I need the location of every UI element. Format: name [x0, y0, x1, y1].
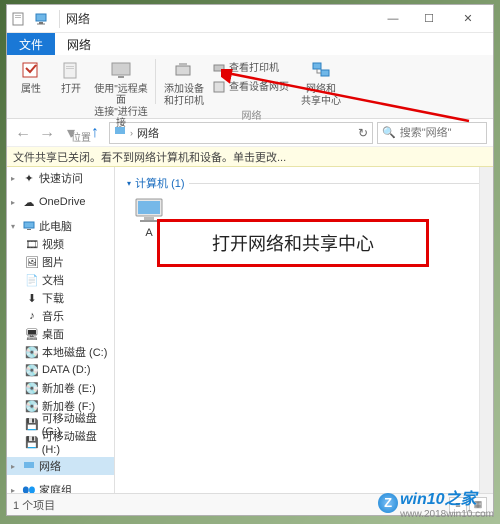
homegroup-icon: 👥: [22, 483, 36, 493]
nav-music[interactable]: ♪音乐: [7, 307, 114, 325]
tab-network[interactable]: 网络: [55, 33, 103, 55]
music-icon: ♪: [25, 309, 39, 323]
disk-icon: 💽: [25, 399, 39, 413]
titlebar: 网络 — ☐ ✕: [7, 5, 493, 33]
watermark-url: www.2018win10.com: [400, 509, 494, 520]
cloud-icon: ☁: [22, 195, 36, 209]
disk-icon: 💽: [25, 363, 39, 377]
removable-disk-icon: 💾: [25, 435, 39, 449]
remote-desktop-icon: [109, 59, 133, 83]
body: ▸✦快速访问 ▸☁OneDrive ▾此电脑 🎞视频 🖼图片 📄文档 ⬇下载 ♪…: [7, 167, 493, 493]
nav-network[interactable]: ▸网络: [7, 457, 114, 475]
nav-disk-h[interactable]: 💾可移动磁盘 (H:): [7, 433, 114, 451]
pc-icon: [22, 219, 36, 233]
watermark-logo-icon: Z: [378, 493, 398, 513]
titlebar-separator: [59, 10, 60, 28]
disk-icon: 💽: [25, 345, 39, 359]
network-sharing-center-button[interactable]: 网络和 共享中心: [301, 57, 341, 107]
remote-desktop-button[interactable]: 使用"远程桌面 连接"进行连接: [93, 57, 149, 129]
minimize-button[interactable]: —: [375, 8, 411, 30]
watermark-brand: win10之家: [400, 491, 476, 508]
downloads-icon: ⬇: [25, 291, 39, 305]
star-icon: ✦: [22, 171, 36, 185]
nav-desktop[interactable]: 🖥桌面: [7, 325, 114, 343]
content-pane[interactable]: ▾ 计算机 (1) A 打开网络和共享中心: [115, 167, 493, 493]
group-header-computers[interactable]: ▾ 计算机 (1): [125, 173, 483, 197]
nav-pictures[interactable]: 🖼图片: [7, 253, 114, 271]
add-devices-label-2: 和打印机: [164, 96, 204, 107]
network-icon: [22, 459, 36, 473]
window-title: 网络: [66, 10, 90, 27]
pictures-icon: 🖼: [25, 255, 39, 269]
ribbon-section-location: 属性 打开 使用"远程桌面 连接"进行连接 位置: [7, 55, 155, 118]
ribbon-section-network: 添加设备 和打印机 查看打印机 查看设备网页: [156, 55, 347, 118]
remote-desktop-label-2: 连接"进行连接: [93, 107, 149, 129]
group-header-text: 计算机 (1): [135, 175, 185, 191]
section-location-label: 位置: [71, 129, 91, 144]
properties-button[interactable]: 属性: [13, 57, 49, 129]
section-network-label: 网络: [242, 107, 262, 122]
add-devices-icon: [172, 59, 196, 83]
video-icon: 🎞: [25, 237, 39, 251]
view-devices-button[interactable]: 查看设备网页: [210, 78, 291, 96]
nav-onedrive[interactable]: ▸☁OneDrive: [7, 193, 114, 211]
properties-icon: [19, 59, 43, 83]
tab-file[interactable]: 文件: [7, 33, 55, 55]
status-item-count: 1 个项目: [13, 497, 55, 513]
open-button[interactable]: 打开: [53, 57, 89, 129]
view-printers-label: 查看打印机: [229, 63, 279, 74]
network-icon: [33, 11, 49, 27]
nav-videos[interactable]: 🎞视频: [7, 235, 114, 253]
nav-disk-e[interactable]: 💽新加卷 (E:): [7, 379, 114, 397]
vertical-scrollbar[interactable]: [479, 167, 493, 493]
desktop-icon: 🖥: [25, 327, 39, 341]
computer-label: A: [145, 227, 152, 239]
removable-disk-icon: 💾: [25, 417, 39, 431]
search-input[interactable]: [400, 127, 482, 139]
nav-disk-c[interactable]: 💽本地磁盘 (C:): [7, 343, 114, 361]
add-devices-button[interactable]: 添加设备 和打印机: [162, 57, 206, 107]
nav-documents[interactable]: 📄文档: [7, 271, 114, 289]
device-page-icon: [212, 80, 226, 94]
chevron-right-icon: ›: [130, 128, 133, 138]
refresh-button[interactable]: ↻: [358, 126, 368, 140]
network-center-label-1: 网络和: [306, 84, 336, 95]
remote-desktop-label-1: 使用"远程桌面: [93, 84, 149, 106]
information-bar[interactable]: 文件共享已关闭。看不到网络计算机和设备。单击更改...: [7, 147, 493, 167]
ribbon: 属性 打开 使用"远程桌面 连接"进行连接 位置: [7, 55, 493, 119]
nav-disk-d[interactable]: 💽DATA (D:): [7, 361, 114, 379]
ribbon-tabs: 文件 网络: [7, 33, 493, 55]
view-printers-button[interactable]: 查看打印机: [210, 59, 291, 77]
documents-icon: 📄: [25, 273, 39, 287]
information-bar-text: 文件共享已关闭。看不到网络计算机和设备。单击更改...: [13, 149, 286, 165]
nav-this-pc[interactable]: ▾此电脑: [7, 217, 114, 235]
maximize-button[interactable]: ☐: [411, 8, 447, 30]
close-button[interactable]: ✕: [447, 8, 489, 30]
open-label: 打开: [61, 84, 81, 95]
callout-text: 打开网络和共享中心: [212, 230, 374, 256]
navigation-pane[interactable]: ▸✦快速访问 ▸☁OneDrive ▾此电脑 🎞视频 🖼图片 📄文档 ⬇下载 ♪…: [7, 167, 115, 493]
watermark: Z win10之家 www.2018win10.com: [378, 485, 494, 520]
network-center-label-2: 共享中心: [301, 96, 341, 107]
network-sharing-center-icon: [309, 59, 333, 83]
view-devices-label: 查看设备网页: [229, 82, 289, 93]
nav-homegroup[interactable]: ▸👥家庭组: [7, 481, 114, 493]
file-icon[interactable]: [11, 11, 27, 27]
properties-label: 属性: [21, 84, 41, 95]
search-box[interactable]: 🔍: [377, 122, 487, 144]
explorer-window: 网络 — ☐ ✕ 文件 网络 属性 打开: [6, 4, 494, 516]
nav-downloads[interactable]: ⬇下载: [7, 289, 114, 307]
add-devices-label-1: 添加设备: [164, 84, 204, 95]
printer-icon: [212, 61, 226, 75]
open-icon: [59, 59, 83, 83]
disk-icon: 💽: [25, 381, 39, 395]
search-icon: 🔍: [382, 126, 396, 139]
annotation-callout: 打开网络和共享中心: [157, 219, 429, 267]
nav-quick-access[interactable]: ▸✦快速访问: [7, 169, 114, 187]
